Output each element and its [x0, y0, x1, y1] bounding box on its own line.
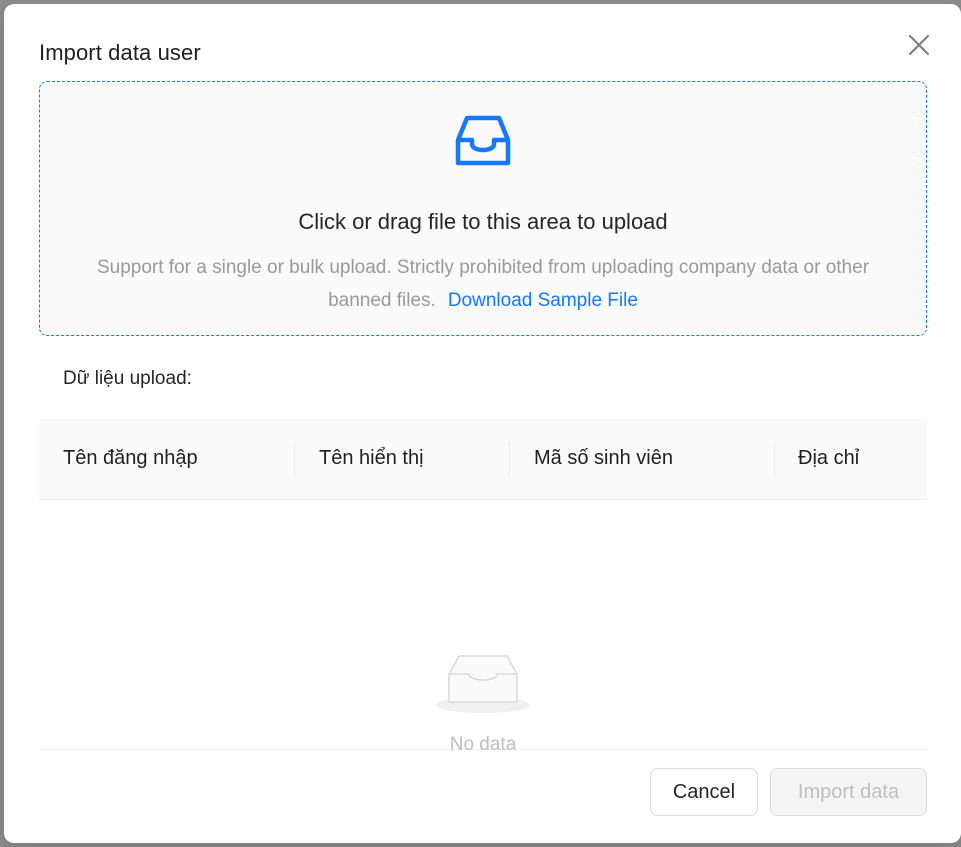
upload-data-table: Tên đăng nhập Tên hiển thị Mã số sinh vi…: [39, 418, 927, 755]
upload-hint-line2: banned files. Download Sample File: [46, 284, 920, 317]
column-header-address: Địa chỉ: [774, 418, 927, 499]
close-button[interactable]: [906, 32, 932, 58]
upload-data-label: Dữ liệu upload:: [63, 368, 192, 389]
cancel-button[interactable]: Cancel: [650, 768, 758, 816]
inbox-icon: [455, 115, 511, 166]
table-body: No data: [39, 500, 927, 755]
column-header-display-name: Tên hiển thị: [294, 418, 509, 499]
upload-dropzone[interactable]: Click or drag file to this area to uploa…: [39, 81, 927, 336]
column-header-student-id: Mã số sinh viên: [509, 418, 774, 499]
import-data-button[interactable]: Import data: [770, 768, 927, 816]
empty-inbox-icon: [436, 655, 530, 713]
modal-title: Import data user: [39, 40, 201, 65]
column-header-username: Tên đăng nhập: [63, 447, 198, 469]
upload-hint-text: banned files.: [328, 290, 436, 311]
close-icon: [909, 35, 929, 55]
import-modal: Import data user Click or drag file to t…: [4, 4, 961, 843]
table-header: Tên đăng nhập Tên hiển thị Mã số sinh vi…: [39, 418, 927, 500]
empty-state-text: No data: [449, 734, 517, 755]
download-sample-link[interactable]: Download Sample File: [448, 290, 638, 311]
upload-hint: Support for a single or bulk upload. Str…: [40, 251, 926, 317]
upload-instruction: Click or drag file to this area to uploa…: [298, 209, 668, 234]
upload-hint-line1: Support for a single or bulk upload. Str…: [96, 257, 870, 278]
